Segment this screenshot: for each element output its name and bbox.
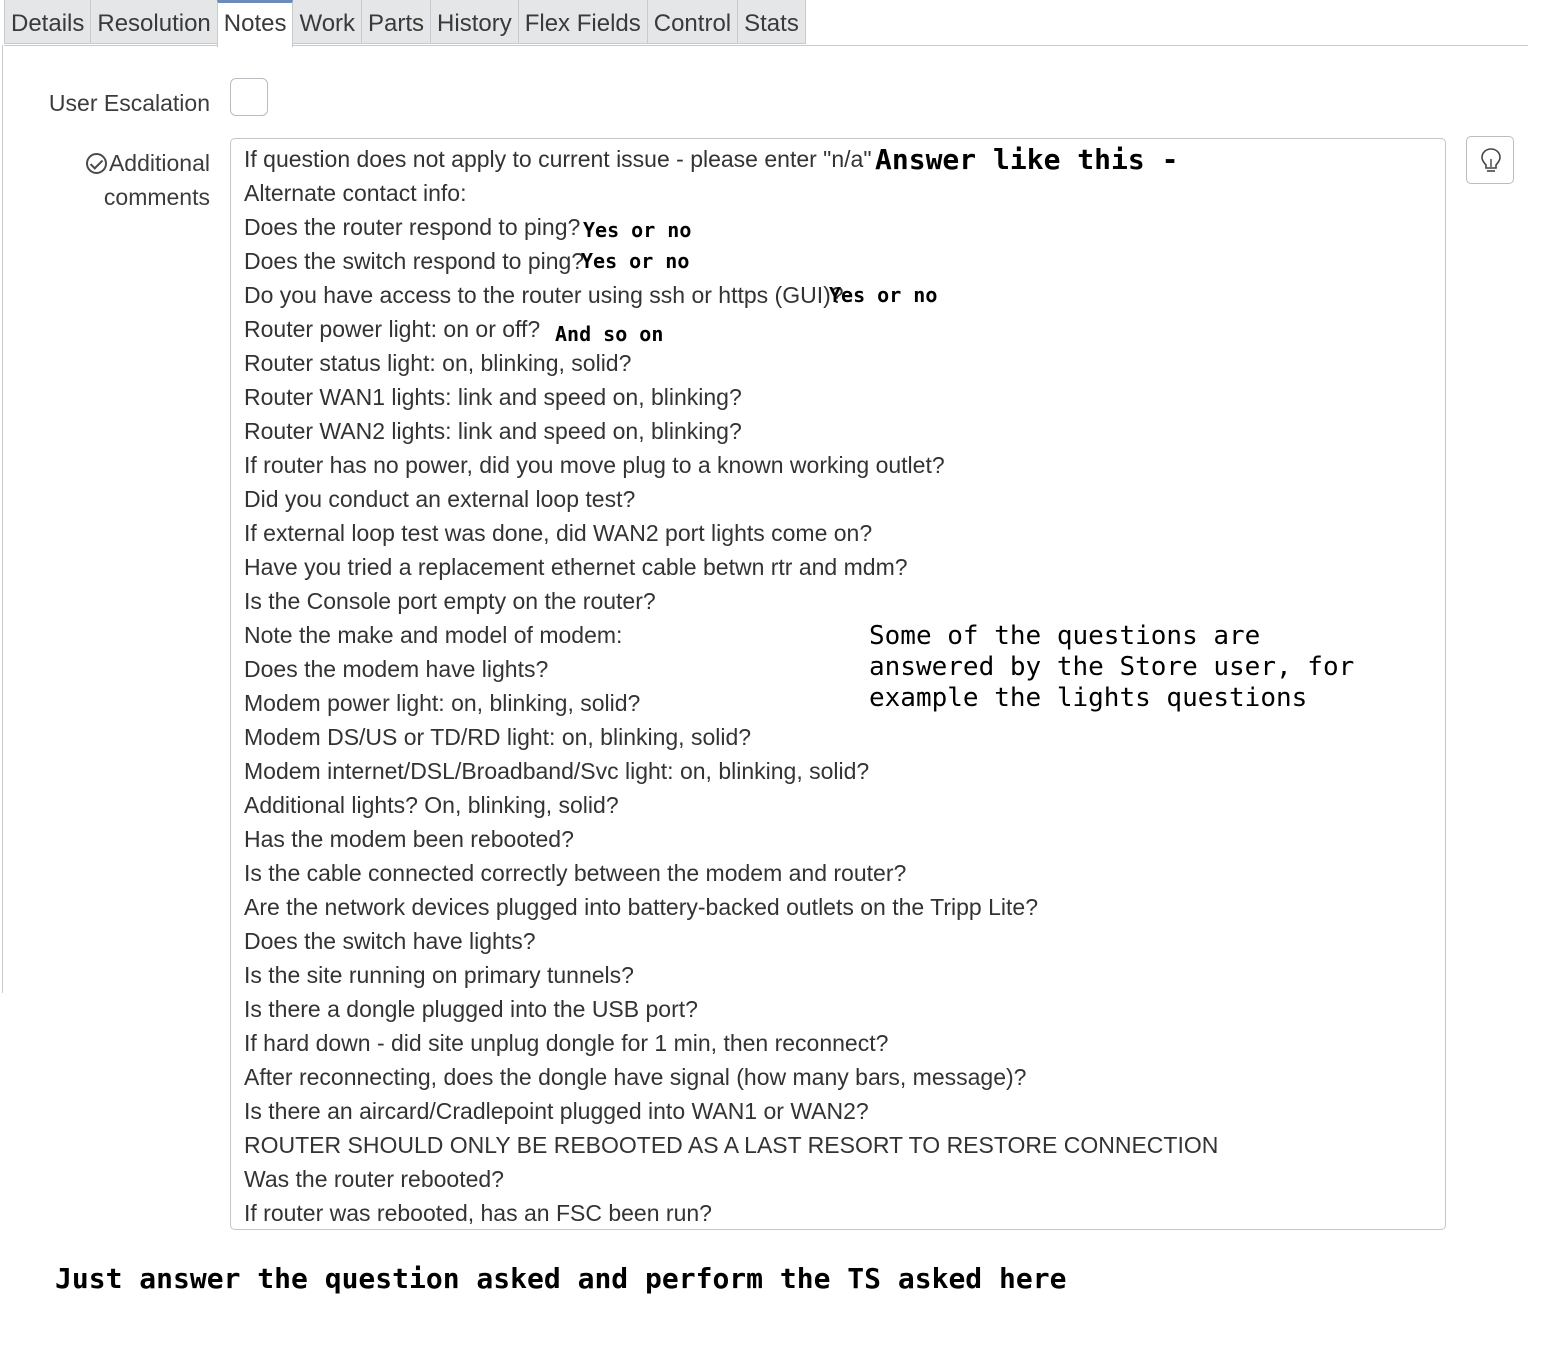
- comment-line: If external loop test was done, did WAN2…: [244, 520, 873, 546]
- comment-line: ROUTER SHOULD ONLY BE REBOOTED AS A LAST…: [244, 1132, 1219, 1158]
- tab-work[interactable]: Work: [292, 0, 363, 44]
- comment-line: Router WAN1 lights: link and speed on, b…: [244, 384, 742, 410]
- comment-line: Does the router respond to ping?: [244, 214, 581, 240]
- annotation-yes-or-no-access: Yes or no: [829, 283, 938, 307]
- comment-line: Alternate contact info:: [244, 180, 467, 206]
- comment-line: Modem internet/DSL/Broadband/Svc light: …: [244, 758, 870, 784]
- additional-comments-label: Additional comments: [60, 146, 210, 214]
- comment-line: If hard down - did site unplug dongle fo…: [244, 1030, 889, 1056]
- comment-line: Is there a dongle plugged into the USB p…: [244, 996, 698, 1022]
- comment-line: If router was rebooted, has an FSC been …: [244, 1200, 712, 1226]
- comment-line: Is there an aircard/Cradlepoint plugged …: [244, 1098, 869, 1124]
- tab-details[interactable]: Details: [4, 0, 92, 44]
- annotation-bottom-note: Just answer the question asked and perfo…: [55, 1262, 1067, 1295]
- comment-line: After reconnecting, does the dongle have…: [244, 1064, 1027, 1090]
- comment-line: Are the network devices plugged into bat…: [244, 894, 1038, 920]
- annotation-yes-or-no-router: Yes or no: [583, 218, 692, 242]
- annotation-yes-or-no-switch: Yes or no: [581, 249, 690, 273]
- comment-line: Does the switch respond to ping?: [244, 248, 585, 274]
- mandatory-check-icon: [85, 153, 107, 174]
- comment-line: Is the Console port empty on the router?: [244, 588, 656, 614]
- tab-notes[interactable]: Notes: [216, 0, 294, 47]
- tab-control[interactable]: Control: [646, 0, 739, 44]
- tab-flex-fields[interactable]: Flex Fields: [517, 0, 648, 44]
- comment-line: Router power light: on or off?: [244, 316, 541, 342]
- comment-line: Modem DS/US or TD/RD light: on, blinking…: [244, 724, 752, 750]
- lightbulb-icon: [1481, 148, 1501, 172]
- tab-stats[interactable]: Stats: [737, 0, 806, 44]
- comment-line: Router WAN2 lights: link and speed on, b…: [244, 418, 742, 444]
- additional-comments-label-line1: Additional: [108, 150, 210, 176]
- user-escalation-label: User Escalation: [48, 90, 210, 116]
- comment-line: Have you tried a replacement ethernet ca…: [244, 554, 908, 580]
- comment-line: Does the switch have lights?: [244, 928, 536, 954]
- comment-line: Is the site running on primary tunnels?: [244, 962, 634, 988]
- annotation-and-so-on: And so on: [555, 322, 664, 346]
- comment-line: Was the router rebooted?: [244, 1166, 504, 1192]
- tab-bar: Details Resolution Notes Work Parts History Fl…: [4, 0, 806, 47]
- tab-parts[interactable]: Parts: [361, 0, 432, 44]
- annotation-store-user-note: Some of the questions are answered by th…: [869, 621, 1355, 713]
- comment-line: Did you conduct an external loop test?: [244, 486, 636, 512]
- comment-line: Has the modem been rebooted?: [244, 826, 574, 852]
- panel-left-border: [2, 45, 3, 993]
- additional-comments-label-line2: comments: [103, 184, 210, 210]
- comment-line: Additional lights? On, blinking, solid?: [244, 792, 619, 818]
- user-escalation-checkbox[interactable]: [230, 78, 268, 116]
- annotation-answer-like-this: Answer like this -: [875, 143, 1179, 176]
- comment-line: Router status light: on, blinking, solid…: [244, 350, 632, 376]
- comment-line: If router has no power, did you move plu…: [244, 452, 945, 478]
- suggestion-button[interactable]: [1466, 136, 1514, 184]
- comment-line: If question does not apply to current is…: [244, 146, 872, 172]
- tab-history[interactable]: History: [430, 0, 519, 44]
- tab-resolution[interactable]: Resolution: [90, 0, 218, 44]
- comment-line: Is the cable connected correctly between…: [244, 860, 907, 886]
